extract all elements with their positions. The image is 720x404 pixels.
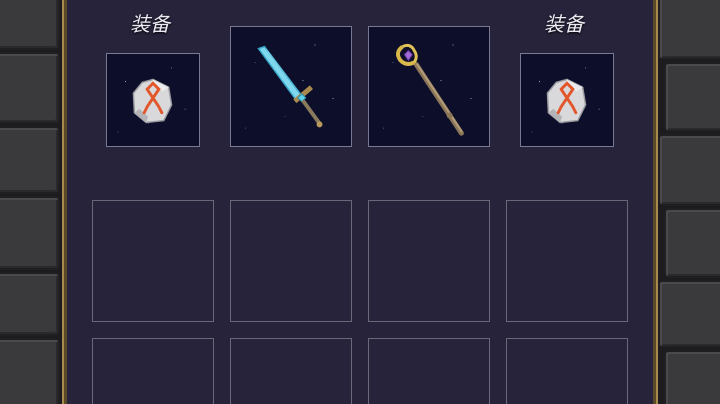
inventory-slot[interactable] <box>230 200 352 322</box>
right-stone-wall <box>658 0 720 404</box>
inventory-slot[interactable] <box>506 200 628 322</box>
rune-stone-icon <box>132 78 173 124</box>
equipment-slot-sword[interactable] <box>230 26 352 147</box>
equipment-label-left: 装备 <box>130 12 170 36</box>
equipment-label-right: 装备 <box>544 12 584 36</box>
left-stone-wall <box>0 0 62 404</box>
equipment-slot-staff[interactable] <box>368 26 490 147</box>
crystal-sword-icon <box>257 45 323 128</box>
inventory-slot[interactable] <box>230 338 352 404</box>
equipment-slot-rune-right[interactable] <box>520 53 614 147</box>
inventory-slot[interactable] <box>368 338 490 404</box>
equipment-slot-rune-left[interactable] <box>106 53 200 147</box>
inventory-slot[interactable] <box>368 200 490 322</box>
magic-staff-icon <box>396 43 464 136</box>
inventory-slot[interactable] <box>92 338 214 404</box>
rune-stone-icon <box>546 78 587 124</box>
inventory-slot[interactable] <box>506 338 628 404</box>
inventory-slot[interactable] <box>92 200 214 322</box>
